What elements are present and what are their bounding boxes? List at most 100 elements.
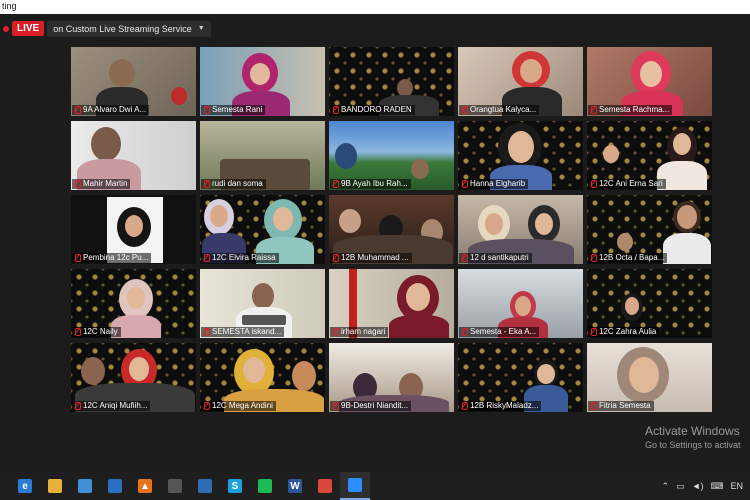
video-tile[interactable]: 9B-Destri Niandit... <box>329 343 454 412</box>
tray-volume-icon[interactable]: ◄) <box>692 481 704 491</box>
muted-mic-icon <box>203 106 210 114</box>
video-tile[interactable]: irham nagari <box>329 269 454 338</box>
vlc-icon[interactable]: ▲ <box>130 472 160 500</box>
participant-name: 12 d santikaputri <box>459 253 532 263</box>
chrome-icon-glyph <box>318 479 332 493</box>
file-explorer-icon[interactable] <box>40 472 70 500</box>
window-titlebar: ting <box>0 0 750 14</box>
video-tile[interactable]: 12 d santikaputri <box>458 195 583 264</box>
participant-name: 12C Naily <box>72 327 121 337</box>
windows-taskbar: e ▲ S W ⌃ ▭ ◄) ⌨ EN <box>0 472 750 500</box>
video-tile[interactable]: Fitria Semesta <box>587 343 712 412</box>
chrome-icon[interactable] <box>310 472 340 500</box>
muted-mic-icon <box>461 254 468 262</box>
tray-network-icon[interactable]: ▭ <box>676 481 685 492</box>
window-title: ting <box>2 1 17 11</box>
muted-mic-icon <box>332 106 339 114</box>
muted-mic-icon <box>461 180 468 188</box>
tray-language[interactable]: EN <box>730 481 743 491</box>
store-icon-glyph <box>78 479 92 493</box>
video-tile[interactable]: Mahir Martin <box>71 121 196 190</box>
participant-name: 9B Ayah Ibu Rah... <box>330 179 411 189</box>
participant-name: 12C Elvira Raissa <box>201 253 279 263</box>
photos-icon-glyph <box>198 479 212 493</box>
muted-mic-icon <box>590 180 597 188</box>
participant-name: irham nagari <box>330 327 389 337</box>
participant-name: Semesta Rachma... <box>588 105 673 115</box>
participant-name: 12C Zahra Aulia <box>588 327 660 337</box>
video-tile[interactable]: BANDORO RADEN <box>329 47 454 116</box>
video-tile[interactable]: Semesta Rani <box>200 47 325 116</box>
muted-mic-icon <box>590 328 597 336</box>
video-tile[interactable]: 12B RiskyMaladz... <box>458 343 583 412</box>
muted-mic-icon <box>590 254 597 262</box>
participant-name: 9A Alvaro Dwi A... <box>72 105 150 115</box>
video-tile[interactable]: 12C Aniqi Mufiih... <box>71 343 196 412</box>
participant-name: 12B RiskyMaladz... <box>459 401 542 411</box>
muted-mic-icon <box>74 254 81 262</box>
video-tile[interactable]: 9A Alvaro Dwi A... <box>71 47 196 116</box>
record-dot-icon <box>3 25 9 32</box>
video-tile[interactable]: SEMESTA iskand... <box>200 269 325 338</box>
live-badge: LIVE <box>12 21 45 36</box>
live-service-label: on Custom Live Streaming Service <box>53 23 192 34</box>
file-explorer-icon-glyph <box>48 479 62 493</box>
participant-name: Pembina 12c Pu... <box>72 253 152 263</box>
video-tile[interactable]: 12C Zahra Aulia <box>587 269 712 338</box>
muted-mic-icon <box>332 402 339 410</box>
video-tile[interactable]: 12C Elvira Raissa <box>200 195 325 264</box>
video-tile[interactable]: 9B Ayah Ibu Rah... <box>329 121 454 190</box>
video-tile[interactable]: Orangtua Kalyca... <box>458 47 583 116</box>
video-tile[interactable]: 12C Naily <box>71 269 196 338</box>
word-icon-glyph: W <box>288 479 302 493</box>
photos-icon[interactable] <box>190 472 220 500</box>
mail-icon[interactable] <box>100 472 130 500</box>
participant-name: 9B-Destri Niandit... <box>330 401 412 411</box>
muted-mic-icon <box>74 402 81 410</box>
app-icon-glyph <box>168 479 182 493</box>
video-tile[interactable]: 12C Mega Andini <box>200 343 325 412</box>
system-tray: ⌃ ▭ ◄) ⌨ EN <box>662 472 750 500</box>
edge-icon[interactable]: e <box>10 472 40 500</box>
video-tile[interactable]: 12B Octa / Bapa... <box>587 195 712 264</box>
participant-name: 12C Mega Andini <box>201 401 276 411</box>
video-tile[interactable]: Semesta - Eka A... <box>458 269 583 338</box>
zoom-icon[interactable] <box>340 472 370 500</box>
participant-name: 12C Aniqi Mufiih... <box>72 401 151 411</box>
activate-windows-watermark: Activate Windows Go to Settings to activ… <box>645 424 741 450</box>
skype-icon[interactable]: S <box>220 472 250 500</box>
live-indicator[interactable]: LIVE on Custom Live Streaming Service ▼ <box>3 20 211 37</box>
video-tile[interactable]: rudi dan soma <box>200 121 325 190</box>
video-tile[interactable]: Hanna Elgharib <box>458 121 583 190</box>
edge-icon-glyph: e <box>18 479 32 493</box>
muted-mic-icon <box>590 106 597 114</box>
muted-mic-icon <box>461 328 468 336</box>
participant-name: rudi dan soma <box>201 179 266 189</box>
activate-subtitle: Go to Settings to activat <box>645 440 741 450</box>
tray-keyboard-icon[interactable]: ⌨ <box>710 481 723 492</box>
activate-title: Activate Windows <box>645 424 740 438</box>
video-tile[interactable]: Pembina 12c Pu... <box>71 195 196 264</box>
word-icon[interactable]: W <box>280 472 310 500</box>
participant-name: Semesta - Eka A... <box>459 327 540 337</box>
spotify-icon[interactable] <box>250 472 280 500</box>
muted-mic-icon <box>461 402 468 410</box>
muted-mic-icon <box>203 402 210 410</box>
participant-name: Hanna Elgharib <box>459 179 529 189</box>
live-service-dropdown[interactable]: on Custom Live Streaming Service ▼ <box>47 20 211 37</box>
video-tile[interactable]: 12B Muhammad ... <box>329 195 454 264</box>
spotify-icon-glyph <box>258 479 272 493</box>
gallery-grid: 9A Alvaro Dwi A... Semesta Rani BANDORO … <box>71 47 712 412</box>
taskbar-apps: e ▲ S W <box>10 472 370 500</box>
store-icon[interactable] <box>70 472 100 500</box>
muted-mic-icon <box>74 106 81 114</box>
video-tile[interactable]: 12C Ani Erna Sari <box>587 121 712 190</box>
app-icon[interactable] <box>160 472 190 500</box>
tray-up-chevron-icon[interactable]: ⌃ <box>662 481 670 492</box>
skype-icon-glyph: S <box>228 479 242 493</box>
video-tile[interactable]: Semesta Rachma... <box>587 47 712 116</box>
participant-name: 12B Muhammad ... <box>330 253 412 263</box>
participant-name: BANDORO RADEN <box>330 105 415 115</box>
muted-mic-icon <box>74 180 81 188</box>
zoom-icon-glyph <box>348 478 362 492</box>
